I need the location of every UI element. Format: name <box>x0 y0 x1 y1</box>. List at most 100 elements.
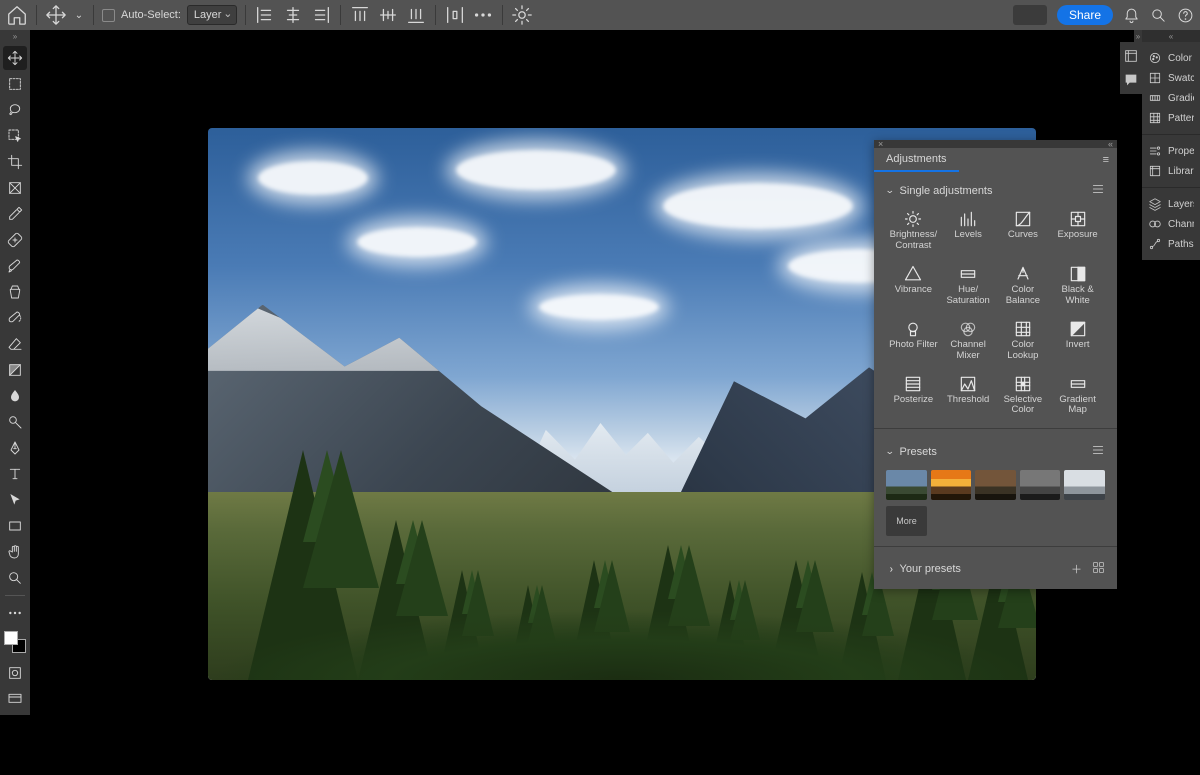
adj-brightness-contrast[interactable]: Brightness/ Contrast <box>886 209 941 254</box>
tool-lasso[interactable] <box>3 98 27 122</box>
panel-titlebar[interactable]: × « <box>874 140 1117 148</box>
close-panel-icon[interactable]: × <box>878 139 883 149</box>
preset-thumb[interactable] <box>1064 470 1105 500</box>
tool-type[interactable] <box>3 462 27 486</box>
align-top-icon[interactable] <box>349 4 371 26</box>
adj-gradient-map[interactable]: Gradient Map <box>1050 374 1105 419</box>
tool-crop[interactable] <box>3 150 27 174</box>
libraries-icon <box>1148 164 1162 178</box>
tool-edit-toolbar[interactable] <box>3 601 27 625</box>
preset-thumb[interactable] <box>1020 470 1061 500</box>
tools-collapse-handle[interactable]: » <box>0 30 30 42</box>
tool-marquee[interactable] <box>3 72 27 96</box>
tool-move[interactable] <box>3 46 27 70</box>
adj-label: Hue/ Saturation <box>946 285 989 307</box>
add-preset-icon[interactable]: ＋ <box>1071 561 1082 577</box>
panel-tabs: Adjustments ≡ <box>874 148 1117 172</box>
adj-hue-saturation[interactable]: Hue/ Saturation <box>941 264 996 309</box>
panel-tab-libraries[interactable]: Libraries <box>1142 161 1200 181</box>
adj-black-white[interactable]: Black & White <box>1050 264 1105 309</box>
collapse-panel-icon[interactable]: « <box>1108 139 1113 149</box>
adj-color-lookup[interactable]: Color Lookup <box>996 319 1051 364</box>
home-icon[interactable] <box>6 4 28 26</box>
adj-color-balance[interactable]: Color Balance <box>996 264 1051 309</box>
tool-eyedropper[interactable] <box>3 202 27 226</box>
align-vcenter-icon[interactable] <box>377 4 399 26</box>
adj-levels[interactable]: Levels <box>941 209 996 254</box>
panel-tab-swatches[interactable]: Swatches <box>1142 68 1200 88</box>
align-right-icon[interactable] <box>310 4 332 26</box>
align-left-icon[interactable] <box>254 4 276 26</box>
align-bottom-icon[interactable] <box>405 4 427 26</box>
tool-rectangle[interactable] <box>3 514 27 538</box>
panel-tab-label: Paths <box>1168 239 1194 250</box>
panel-menu-icon[interactable]: ≡ <box>1103 154 1109 166</box>
panel-tab-paths[interactable]: Paths <box>1142 234 1200 254</box>
notifications-icon[interactable] <box>1123 7 1140 24</box>
dock-collapse-handle[interactable]: » <box>1134 30 1142 42</box>
tool-blur[interactable] <box>3 384 27 408</box>
tool-zoom[interactable] <box>3 566 27 590</box>
adj-channel-mixer[interactable]: Channel Mixer <box>941 319 996 364</box>
adj-exposure[interactable]: Exposure <box>1050 209 1105 254</box>
panel-tab-patterns[interactable]: Patterns <box>1142 108 1200 128</box>
share-button[interactable]: Share <box>1057 5 1113 25</box>
tool-preset-dropdown-icon[interactable]: ⌄ <box>73 4 85 26</box>
tool-dodge[interactable] <box>3 410 27 434</box>
section-single-adjustments[interactable]: ⌄Single adjustments <box>886 182 1105 199</box>
options-bar: ⌄ Auto-Select: Layer Share <box>0 0 1200 30</box>
foreground-color-swatch[interactable] <box>4 631 18 645</box>
adj-invert[interactable]: Invert <box>1050 319 1105 364</box>
screen-mode-icon[interactable] <box>3 687 27 711</box>
tool-gradient[interactable] <box>3 358 27 382</box>
list-view-icon[interactable] <box>1091 182 1105 199</box>
panel-tab-gradients[interactable]: Gradients <box>1142 88 1200 108</box>
history-panel-icon[interactable] <box>1123 48 1139 64</box>
auto-select-dropdown[interactable]: Layer <box>187 5 238 25</box>
tool-frame[interactable] <box>3 176 27 200</box>
chevron-down-icon: ⌄ <box>885 446 895 457</box>
3d-mode-icon[interactable] <box>511 4 533 26</box>
adj-curves[interactable]: Curves <box>996 209 1051 254</box>
tool-clone[interactable] <box>3 280 27 304</box>
move-tool-indicator-icon[interactable] <box>45 4 67 26</box>
quick-mask-icon[interactable] <box>3 661 27 685</box>
tool-hand[interactable] <box>3 540 27 564</box>
auto-select-checkbox[interactable] <box>102 9 115 22</box>
tool-eraser[interactable] <box>3 332 27 356</box>
panel-tab-layers[interactable]: Layers <box>1142 194 1200 214</box>
help-icon[interactable] <box>1177 7 1194 24</box>
preset-grid-icon[interactable] <box>1092 561 1105 577</box>
preset-thumb[interactable] <box>931 470 972 500</box>
tool-heal[interactable] <box>3 228 27 252</box>
panel-tab-properties[interactable]: Properties <box>1142 141 1200 161</box>
workspace-switcher[interactable] <box>1013 5 1047 25</box>
panel-tab-color[interactable]: Color <box>1142 48 1200 68</box>
list-view-icon[interactable] <box>1091 443 1105 460</box>
section-presets[interactable]: ⌄Presets <box>886 443 1105 460</box>
tab-adjustments[interactable]: Adjustments <box>874 148 959 172</box>
comments-panel-icon[interactable] <box>1123 72 1139 88</box>
section-your-presets[interactable]: ⌄Your presets <box>886 563 961 575</box>
preset-thumb[interactable] <box>886 470 927 500</box>
distribute-icon[interactable] <box>444 4 466 26</box>
preset-thumb[interactable] <box>975 470 1016 500</box>
adj-photo-filter[interactable]: Photo Filter <box>886 319 941 364</box>
adj-threshold[interactable]: Threshold <box>941 374 996 419</box>
adj-selective-color[interactable]: Selective Color <box>996 374 1051 419</box>
tool-path-select[interactable] <box>3 488 27 512</box>
presets-more-button[interactable]: More <box>886 506 927 536</box>
panel-tab-channels[interactable]: Channels <box>1142 214 1200 234</box>
tool-brush[interactable] <box>3 254 27 278</box>
adj-posterize[interactable]: Posterize <box>886 374 941 419</box>
tool-history-brush[interactable] <box>3 306 27 330</box>
adj-label: Gradient Map <box>1059 395 1095 417</box>
color-swatches[interactable] <box>4 631 26 653</box>
more-options-icon[interactable] <box>472 4 494 26</box>
side-panels-collapse-handle[interactable]: « <box>1142 30 1200 42</box>
tool-pen[interactable] <box>3 436 27 460</box>
search-icon[interactable] <box>1150 7 1167 24</box>
tool-object-select[interactable] <box>3 124 27 148</box>
align-hcenter-icon[interactable] <box>282 4 304 26</box>
adj-vibrance[interactable]: Vibrance <box>886 264 941 309</box>
